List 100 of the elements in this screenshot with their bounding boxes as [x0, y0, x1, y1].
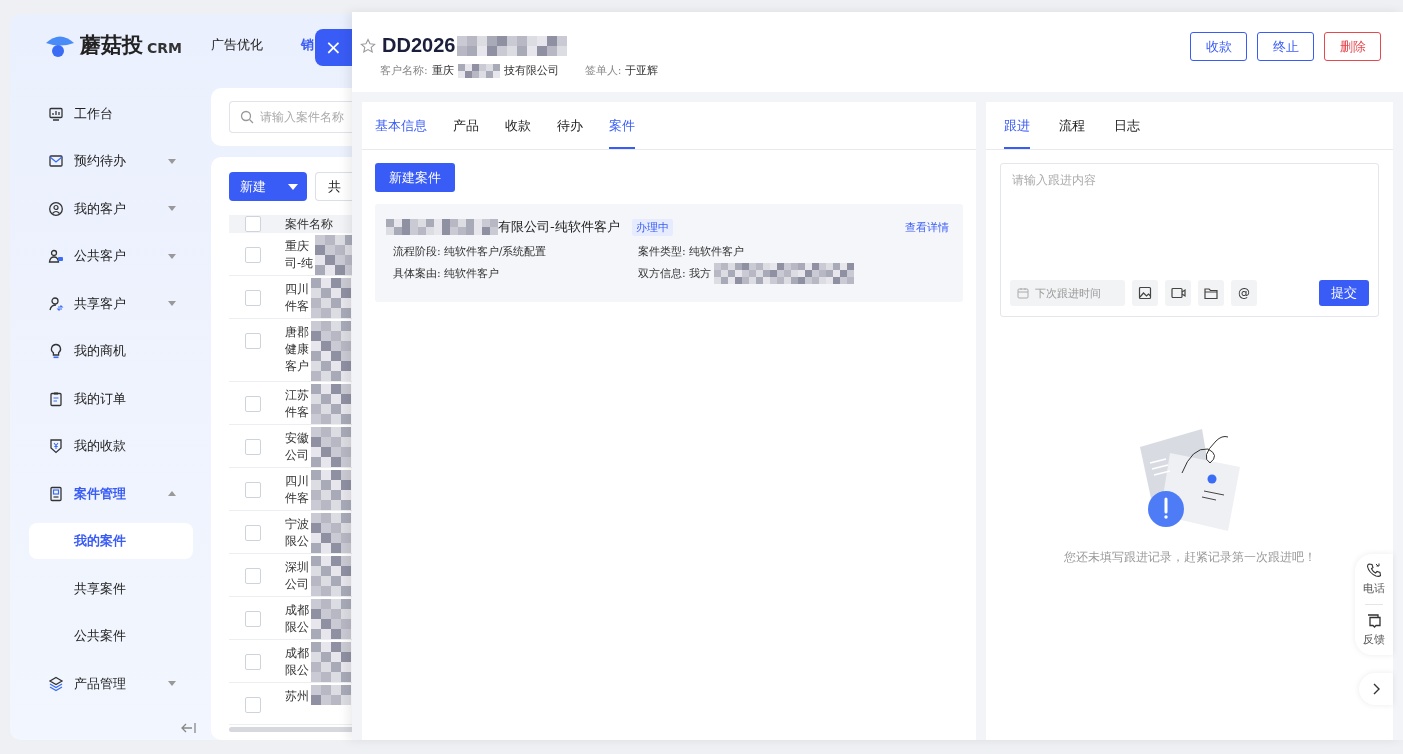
image-button[interactable] [1132, 280, 1158, 306]
search-field[interactable]: 请输入案件名称 [229, 101, 352, 133]
tab[interactable]: 收款 [505, 102, 531, 149]
field-label: 具体案由: [393, 266, 441, 281]
checkbox[interactable] [245, 697, 261, 713]
chevron-right-icon [1372, 683, 1380, 695]
table-cell-text: 宁波 限公 [285, 516, 309, 550]
field-value: 于亚辉 [625, 63, 659, 78]
widget-button[interactable]: 反馈 [1363, 613, 1385, 647]
checkbox[interactable] [245, 396, 261, 412]
checkbox[interactable] [245, 333, 261, 349]
checkbox[interactable] [245, 611, 261, 627]
table-cell-text: 安徽 公司 [285, 430, 309, 464]
sidebar-item[interactable]: 产品管理 [10, 660, 211, 708]
user-icon [48, 200, 64, 217]
sidebar-item[interactable]: 案件管理 [10, 470, 211, 518]
sidebar-subitem[interactable]: 我的案件 [29, 523, 193, 560]
image-icon [1138, 286, 1152, 300]
brand-name: 蘑菇投 [80, 32, 143, 59]
phone-icon [1366, 562, 1382, 578]
table-cell-text: 苏州 [285, 688, 309, 705]
envelope-icon [48, 153, 64, 170]
video-button[interactable] [1165, 280, 1191, 306]
field-label: 双方信息: [638, 266, 686, 281]
monitor-icon [48, 105, 64, 122]
clipboard-icon [48, 390, 64, 407]
checkbox[interactable] [245, 439, 261, 455]
chat-icon [1366, 613, 1382, 629]
new-button[interactable]: 新建 [229, 172, 307, 201]
tab[interactable]: 待办 [557, 102, 583, 149]
table-cell-text: 深圳 公司 [285, 559, 309, 593]
action-button[interactable]: 终止 [1257, 32, 1314, 61]
checkbox[interactable] [245, 216, 261, 232]
document-icon [48, 485, 64, 502]
action-button[interactable]: 删除 [1324, 32, 1381, 61]
share-button[interactable]: 共 [315, 172, 352, 201]
video-icon [1170, 286, 1186, 300]
sidebar-item[interactable]: 我的客户 [10, 185, 211, 233]
shield-icon [48, 438, 64, 455]
folder-icon [1204, 286, 1218, 300]
checkbox[interactable] [245, 482, 261, 498]
sidebar-item[interactable]: 共享客户 [10, 280, 211, 328]
sidebar-item[interactable]: 我的商机 [10, 327, 211, 375]
checkbox[interactable] [245, 525, 261, 541]
date-input[interactable]: 下次跟进时间 [1035, 282, 1123, 304]
mosaic-redaction [311, 685, 351, 705]
field-value: 我方 [688, 266, 711, 281]
field-label: 流程阶段: [393, 244, 441, 259]
date-field[interactable]: 下次跟进时间 [1010, 280, 1125, 306]
mosaic-redaction [457, 63, 500, 78]
tab[interactable]: 产品 [453, 102, 479, 149]
checkbox[interactable] [245, 247, 261, 263]
field-value: 纯软件客户 [688, 244, 744, 259]
tab[interactable]: 基本信息 [375, 102, 427, 149]
order-title: DD2026 [382, 34, 456, 57]
layers-icon [48, 675, 64, 692]
star-icon[interactable] [360, 37, 376, 54]
sidebar-subitem[interactable]: 公共案件 [29, 618, 193, 655]
sidebar-item[interactable]: 公共客户 [10, 232, 211, 280]
sidebar-item[interactable]: 预约待办 [10, 137, 211, 185]
table-cell-text: 江苏 件客 [285, 387, 309, 421]
nav-tab[interactable]: 销 [301, 36, 314, 54]
table-cell-text: 成都 限公 [285, 645, 309, 679]
tab[interactable]: 跟进 [1004, 102, 1030, 149]
sidebar-item[interactable]: 工作台 [10, 90, 211, 138]
sidebar-subitem[interactable]: 共享案件 [29, 570, 193, 607]
collapse-icon[interactable] [181, 721, 197, 734]
checkbox[interactable] [245, 290, 261, 306]
field-label: 签单人: [584, 63, 622, 78]
field-label: 客户名称: [380, 63, 428, 78]
users-icon [48, 248, 64, 265]
widget-button[interactable]: 电话 [1363, 562, 1385, 596]
nav-tab[interactable]: 广告优化 [211, 36, 263, 54]
field-value: 纯软件客户 [443, 266, 499, 281]
action-button[interactable]: 收款 [1190, 32, 1247, 61]
field-value: 纯软件客户/系统配置 [443, 244, 547, 259]
close-button[interactable]: × [315, 29, 352, 66]
sidebar-item[interactable]: 我的订单 [10, 375, 211, 423]
checkbox[interactable] [245, 568, 261, 584]
submit-button[interactable]: 提交 [1319, 280, 1369, 306]
expand-button[interactable] [1359, 673, 1393, 705]
table-cell-text: 唐郡 健康 客户 [285, 324, 309, 375]
mention-button[interactable]: @ [1231, 280, 1257, 306]
table-cell-text: 成都 限公 [285, 602, 309, 636]
tab[interactable]: 案件 [609, 102, 635, 149]
empty-state-text: 您还未填写跟进记录，赶紧记录第一次跟进吧！ [1063, 549, 1316, 566]
checkbox[interactable] [245, 654, 261, 670]
tab[interactable]: 流程 [1059, 102, 1085, 149]
column-header: 案件名称 [285, 215, 333, 233]
table-cell-text: 四川 件客 [285, 281, 309, 315]
new-case-button[interactable]: 新建案件 [375, 163, 455, 192]
follow-up-editor[interactable]: 请输入跟进内容 下次跟进时间 @ 提交 [1000, 163, 1379, 317]
tab[interactable]: 日志 [1114, 102, 1140, 149]
caret-icon [288, 183, 298, 190]
detail-link[interactable]: 查看详情 [905, 219, 949, 235]
sidebar-item[interactable]: 我的收款 [10, 422, 211, 470]
status-badge: 办理中 [631, 218, 673, 236]
brand-suffix: CRM [147, 40, 182, 56]
table-cell-text: 重庆 司-纯 [285, 238, 314, 272]
folder-button[interactable] [1198, 280, 1224, 306]
